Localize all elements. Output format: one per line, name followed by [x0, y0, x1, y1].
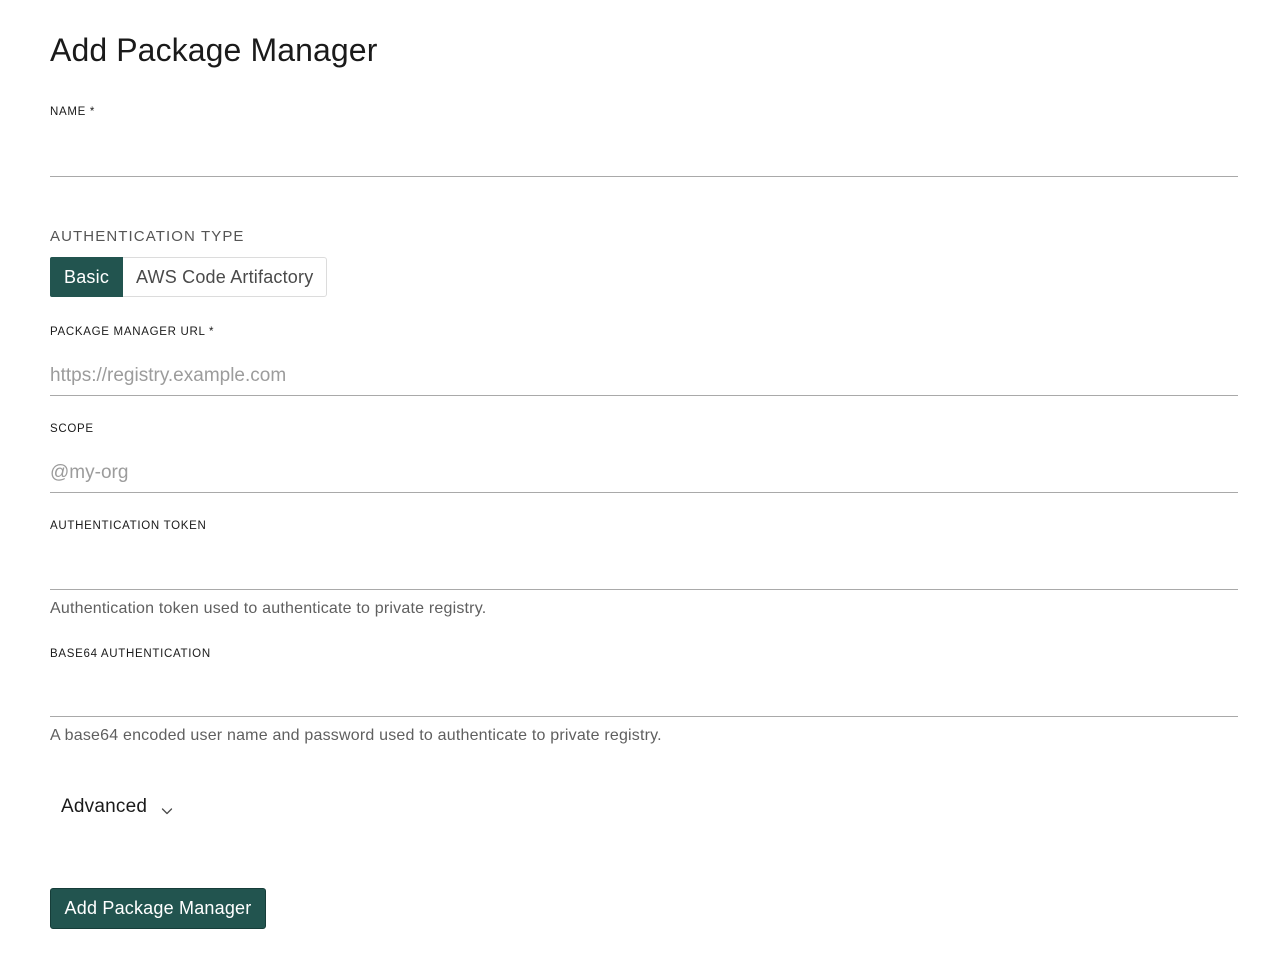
auth-token-label: AUTHENTICATION TOKEN [50, 520, 207, 532]
base64-auth-label: BASE64 AUTHENTICATION [50, 648, 211, 660]
scope-input[interactable] [50, 453, 1238, 493]
name-input[interactable] [50, 137, 1238, 177]
name-label: NAME * [50, 106, 96, 118]
advanced-toggle[interactable]: Advanced [61, 796, 173, 818]
scope-label: SCOPE [50, 423, 94, 435]
auth-type-label: AUTHENTICATION TYPE [50, 228, 245, 245]
auth-type-basic-button[interactable]: Basic [50, 257, 124, 297]
add-package-manager-button[interactable]: Add Package Manager [50, 888, 266, 929]
auth-token-input[interactable] [50, 550, 1238, 590]
chevron-down-icon [161, 801, 173, 815]
page-title: Add Package Manager [50, 32, 378, 68]
advanced-label: Advanced [61, 796, 148, 817]
base64-auth-input[interactable] [50, 677, 1238, 717]
url-label: PACKAGE MANAGER URL * [50, 326, 215, 338]
base64-auth-helper: A base64 encoded user name and password … [50, 727, 662, 744]
auth-type-segmented-control: Basic AWS Code Artifactory [50, 257, 328, 297]
auth-type-aws-button[interactable]: AWS Code Artifactory [123, 258, 326, 296]
auth-token-helper: Authentication token used to authenticat… [50, 600, 487, 617]
url-input[interactable] [50, 356, 1238, 396]
